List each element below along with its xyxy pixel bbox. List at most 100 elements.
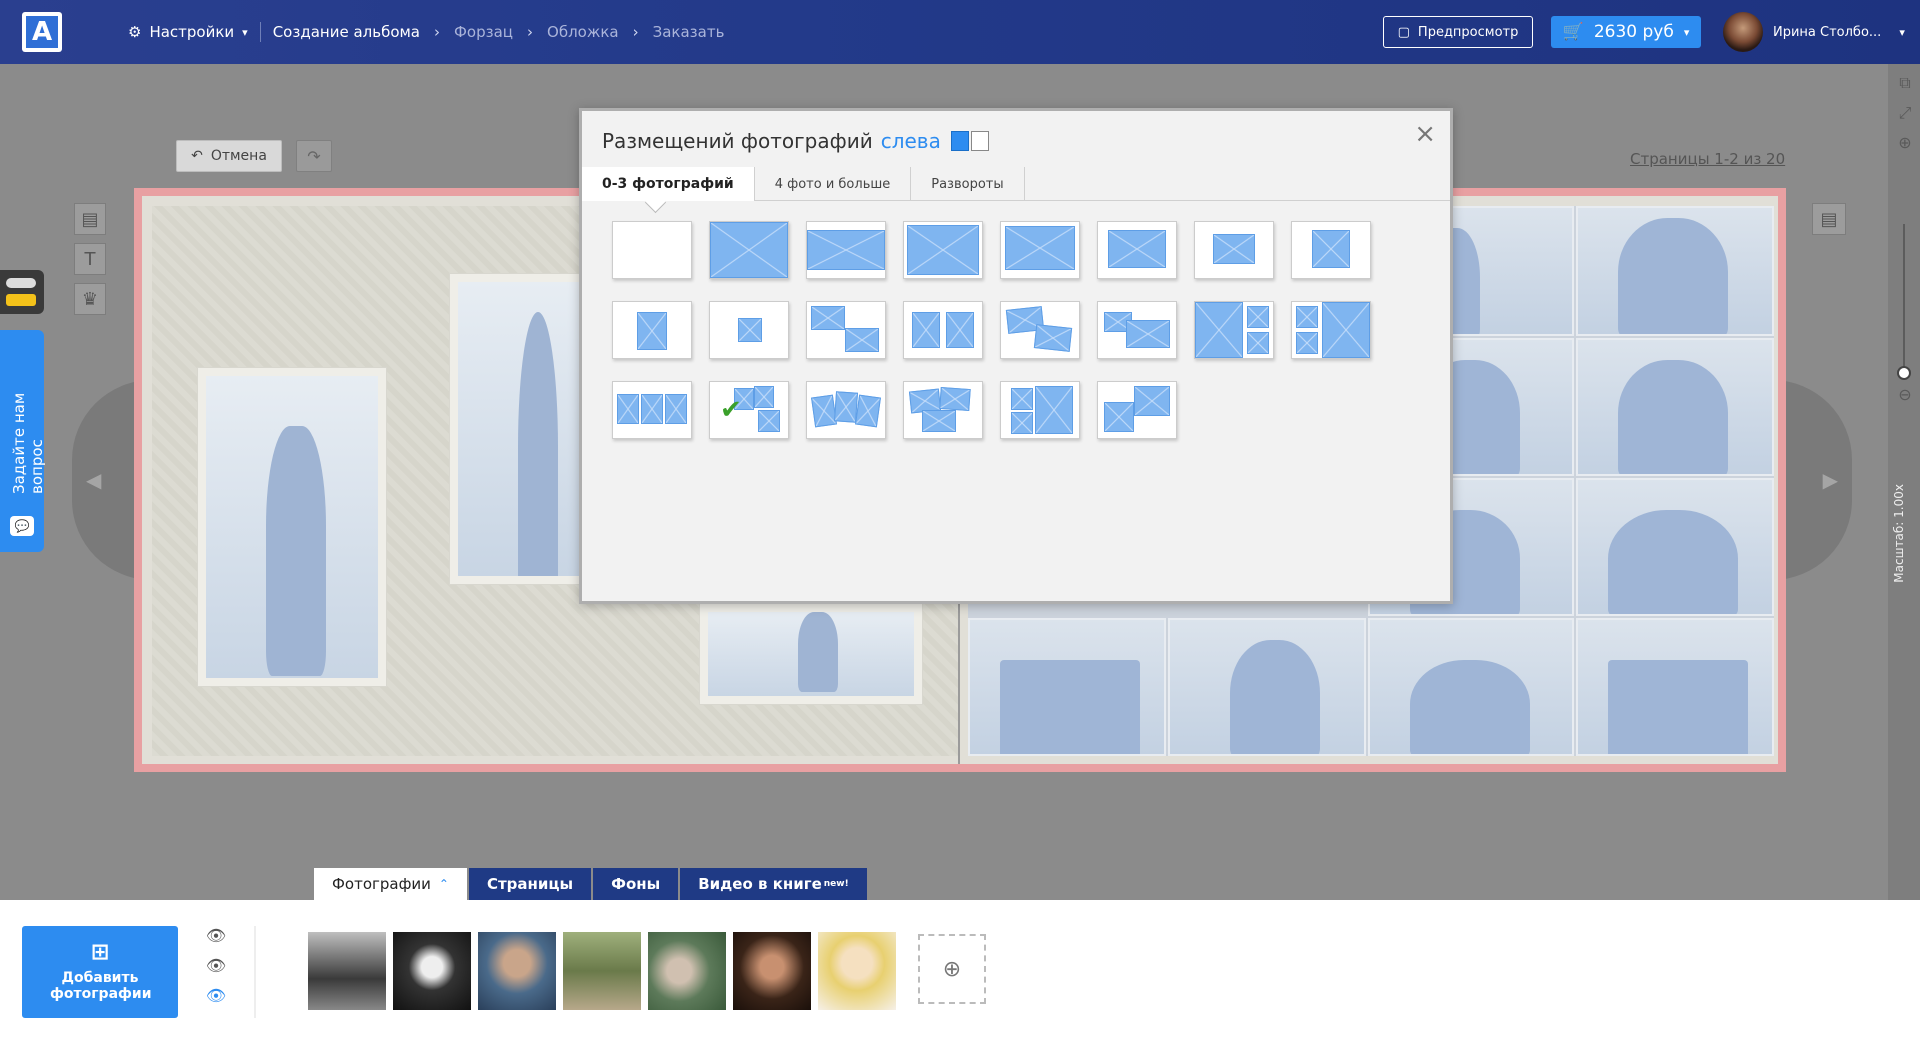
layout-option[interactable] [1291, 301, 1371, 359]
fullscreen-icon[interactable]: ⤢ [1896, 104, 1914, 122]
eye-icon[interactable]: 👁 [204, 926, 228, 956]
layout-option[interactable] [1291, 221, 1371, 279]
breadcrumb-cover[interactable]: Обложка [547, 23, 619, 41]
photo-cell[interactable] [1576, 618, 1774, 756]
close-icon[interactable]: × [1414, 121, 1436, 147]
silhouette [1618, 360, 1728, 474]
photo-cell[interactable] [1576, 338, 1774, 476]
preview-button[interactable]: ▢ Предпросмотр [1383, 16, 1533, 48]
undo-button[interactable]: ↶ Отмена [176, 140, 282, 172]
eye-all-icon[interactable]: 👁 [204, 986, 228, 1016]
layout-option[interactable] [1097, 301, 1177, 359]
photo-frame[interactable] [700, 604, 922, 704]
photo-thumbnail[interactable] [818, 932, 896, 1010]
app-logo[interactable]: A [22, 12, 62, 52]
settings-label: Настройки [149, 23, 235, 41]
cart-button[interactable]: 🛒 2630 руб ▾ [1551, 16, 1701, 48]
zoom-out-icon[interactable]: ⊖ [1896, 386, 1914, 404]
text-tool-button[interactable]: T [74, 243, 106, 275]
layout-option[interactable] [806, 221, 886, 279]
layout-tool-button[interactable]: ▤ [74, 203, 106, 235]
layout-option[interactable] [709, 301, 789, 359]
photo-thumbnail[interactable] [308, 932, 386, 1010]
layout-option[interactable] [612, 301, 692, 359]
layout-grid: ✔ [612, 221, 1432, 461]
photo-thumbnail[interactable] [478, 932, 556, 1010]
add-photo-icon: ⊞ [90, 940, 110, 965]
bridge-silhouette [1000, 660, 1140, 754]
chevron-right-icon: › [632, 23, 639, 41]
sliders-icon: ⚙ [128, 23, 142, 41]
layout-option[interactable] [903, 221, 983, 279]
layout-option[interactable] [1194, 221, 1274, 279]
toggle-switch-icon [6, 278, 36, 288]
layout-option[interactable] [709, 221, 789, 279]
redo-button[interactable]: ↷ [296, 140, 332, 172]
layout-option-selected[interactable]: ✔ [709, 381, 789, 439]
bridge-silhouette [1608, 660, 1748, 754]
layout-option[interactable] [806, 301, 886, 359]
help-tab[interactable]: Задайте нам вопрос 💬 [0, 330, 46, 552]
dialog-title: Размещений фотографий слева [602, 129, 991, 153]
layout-option[interactable] [806, 381, 886, 439]
layout-option[interactable] [612, 221, 692, 279]
breadcrumb-order[interactable]: Заказать [653, 23, 725, 41]
zoom-in-icon[interactable]: ⊕ [1896, 134, 1914, 152]
photo-frame[interactable] [198, 368, 386, 686]
photos-panel: ⊞ Добавить фотографии 👁 👁 👁 ⊕ [0, 900, 1920, 1042]
tab-backgrounds[interactable]: Фоны [593, 868, 679, 900]
pages-count[interactable]: Страницы 1-2 из 20 [1630, 150, 1785, 168]
photo-thumbnail[interactable] [733, 932, 811, 1010]
layout-option[interactable] [903, 381, 983, 439]
layout-option[interactable] [1000, 381, 1080, 439]
zoom-track[interactable] [1903, 224, 1905, 374]
user-menu[interactable]: Ирина Столбо... ▾ [1723, 12, 1905, 52]
tab-spreads[interactable]: Развороты [911, 167, 1025, 201]
checkmark-icon: ✔ [720, 395, 742, 425]
layout-option[interactable] [612, 381, 692, 439]
photo-thumbnail[interactable] [393, 932, 471, 1010]
layout-option[interactable] [1097, 381, 1177, 439]
tab-photos[interactable]: Фотографии ⌃ [314, 868, 467, 900]
left-page-icon[interactable] [949, 129, 991, 153]
silhouette [1230, 640, 1320, 754]
layout-option[interactable] [1097, 221, 1177, 279]
collapse-icon: ⌃ [438, 877, 449, 891]
tab-video[interactable]: Видео в книге new! [680, 868, 867, 900]
main-nav: ⚙ Настройки ▾ Создание альбома › Форзац … [128, 0, 724, 64]
add-photo-slot[interactable]: ⊕ [918, 934, 986, 1004]
add-photos-button[interactable]: ⊞ Добавить фотографии [22, 926, 178, 1018]
decor-tool-button[interactable]: ♛ [74, 283, 106, 315]
feature-toggle-widget[interactable] [0, 270, 44, 314]
photo-thumbnail[interactable] [563, 932, 641, 1010]
photo-cell[interactable] [1576, 478, 1774, 616]
right-layout-button[interactable]: ▤ [1812, 203, 1846, 235]
photo-thumbnail[interactable] [648, 932, 726, 1010]
photo-cell[interactable] [1168, 618, 1366, 756]
photo-cell[interactable] [1368, 618, 1574, 756]
tab-video-label: Видео в книге [698, 875, 822, 893]
tab-0-3-photos[interactable]: 0-3 фотографий [582, 167, 755, 201]
silhouette [1608, 510, 1738, 614]
zoom-slider-handle[interactable] [1897, 366, 1911, 380]
chevron-down-icon: ▾ [242, 25, 248, 39]
chevron-right-icon: › [434, 23, 441, 41]
breadcrumb-create-album[interactable]: Создание альбома [273, 23, 420, 41]
breadcrumb-endpaper[interactable]: Форзац [454, 23, 513, 41]
settings-menu[interactable]: ⚙ Настройки ▾ [128, 23, 248, 41]
external-link-icon[interactable]: ⧉ [1896, 74, 1914, 92]
chevron-right-icon: › [527, 23, 534, 41]
layout-option[interactable] [1000, 221, 1080, 279]
photo-placeholder [708, 612, 914, 696]
photo-cell[interactable] [1576, 206, 1774, 336]
tab-4-plus-photos[interactable]: 4 фото и больше [755, 167, 912, 201]
tab-pages[interactable]: Страницы [468, 868, 592, 900]
photo-thumbnails [308, 932, 896, 1010]
layout-option[interactable] [1194, 301, 1274, 359]
eye-check-icon[interactable]: 👁 [204, 956, 228, 986]
silhouette [1410, 660, 1530, 754]
chevron-down-icon: ▾ [1683, 25, 1690, 39]
layout-option[interactable] [903, 301, 983, 359]
layout-option[interactable] [1000, 301, 1080, 359]
photo-cell[interactable] [968, 618, 1166, 756]
